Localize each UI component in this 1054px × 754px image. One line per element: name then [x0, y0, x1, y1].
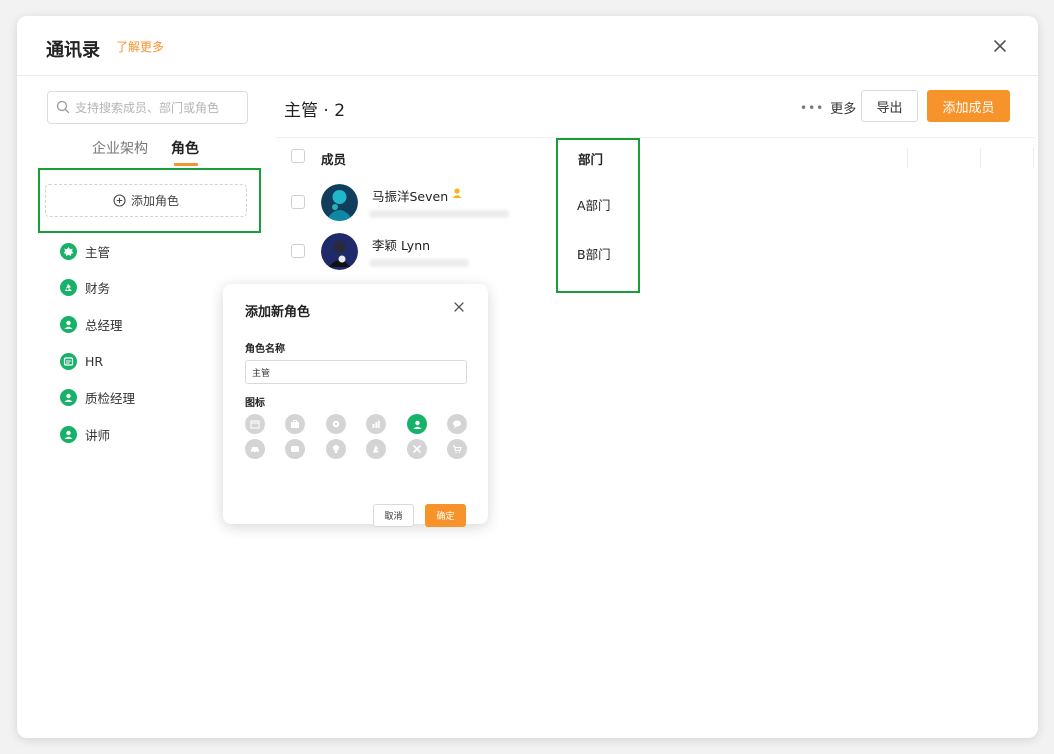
close-icon[interactable]	[454, 302, 464, 312]
user-icon	[60, 315, 77, 333]
member-name: 马振洋Seven	[372, 189, 449, 204]
select-all-checkbox[interactable]	[291, 149, 305, 163]
section-title: 主管 · 2	[284, 101, 346, 121]
column-divider	[1033, 148, 1034, 168]
active-tab-indicator	[174, 163, 198, 166]
learn-more-link[interactable]: 了解更多	[116, 38, 164, 55]
role-name-input[interactable]	[245, 360, 467, 384]
add-role-button[interactable]: 添加角色	[45, 184, 247, 217]
finance-icon	[60, 279, 77, 297]
cart-icon[interactable]	[447, 439, 467, 459]
user-icon[interactable]	[407, 414, 427, 434]
search-box	[47, 91, 248, 124]
highlight-department-column	[556, 138, 640, 293]
crown-badge-icon	[60, 242, 77, 260]
avatar[interactable]	[321, 233, 358, 270]
row-checkbox[interactable]	[291, 244, 305, 258]
blurred-contact-info	[369, 210, 509, 218]
briefcase-icon[interactable]	[285, 414, 305, 434]
more-label: 更多	[830, 102, 857, 117]
column-divider	[907, 148, 908, 168]
finance-icon[interactable]	[366, 439, 386, 459]
contacts-window: 通讯录 了解更多 企业架构 角色 添加角色 主管	[17, 16, 1038, 738]
role-label: 财务	[85, 281, 111, 297]
chart-icon[interactable]	[366, 414, 386, 434]
avatar[interactable]	[321, 184, 358, 221]
chat-icon[interactable]	[447, 414, 467, 434]
search-input[interactable]	[75, 98, 243, 118]
blurred-contact-info	[369, 259, 469, 267]
user-icon	[60, 389, 77, 407]
add-role-label: 添加角色	[130, 194, 179, 208]
window-header: 通讯录 了解更多	[17, 16, 1038, 76]
column-divider	[980, 148, 981, 168]
gear-icon[interactable]	[326, 414, 346, 434]
tools-icon[interactable]	[407, 439, 427, 459]
table-header	[276, 137, 1036, 176]
user-icon	[60, 425, 77, 443]
admin-user-icon	[452, 188, 462, 198]
icon-label: 图标	[245, 398, 265, 409]
role-label: 讲师	[85, 427, 111, 443]
role-list: 主管 财务 总经理 HR 质检经理 讲师	[60, 233, 240, 453]
dialog-title: 添加新角色	[245, 305, 311, 320]
role-item-hr[interactable]: HR	[60, 343, 240, 380]
role-label: 质检经理	[85, 391, 136, 407]
member-name: 李颖 Lynn	[372, 238, 431, 253]
plus-circle-icon	[113, 194, 126, 207]
close-icon[interactable]	[992, 38, 1008, 54]
hr-card-icon	[60, 352, 77, 370]
role-label: 总经理	[85, 317, 123, 333]
role-label: HR	[85, 353, 104, 369]
add-member-button[interactable]: 添加成员	[927, 90, 1010, 122]
role-item-lecturer[interactable]: 讲师	[60, 416, 240, 453]
column-header-member: 成员	[321, 152, 347, 167]
ellipsis-icon: •••	[800, 100, 825, 115]
role-name-label: 角色名称	[245, 344, 285, 355]
search-icon	[56, 100, 70, 114]
export-button[interactable]: 导出	[861, 90, 918, 122]
role-item-finance[interactable]: 财务	[60, 270, 240, 307]
confirm-button[interactable]: 确定	[425, 504, 466, 527]
more-button[interactable]: ••• 更多	[800, 98, 857, 118]
cancel-button[interactable]: 取消	[373, 504, 414, 527]
row-checkbox[interactable]	[291, 195, 305, 209]
bulb-icon[interactable]	[326, 439, 346, 459]
calendar-icon[interactable]	[245, 414, 265, 434]
window-title: 通讯录	[46, 40, 100, 61]
role-item-general-manager[interactable]: 总经理	[60, 306, 240, 343]
tab-org-structure[interactable]: 企业架构	[92, 138, 148, 158]
role-item-supervisor[interactable]: 主管	[60, 233, 240, 270]
role-label: 主管	[85, 244, 111, 260]
role-item-qa-manager[interactable]: 质检经理	[60, 379, 240, 416]
add-role-dialog: 添加新角色 角色名称 图标	[223, 284, 488, 527]
car-icon[interactable]	[245, 439, 265, 459]
tab-roles[interactable]: 角色	[171, 138, 199, 158]
message-icon[interactable]	[285, 439, 305, 459]
